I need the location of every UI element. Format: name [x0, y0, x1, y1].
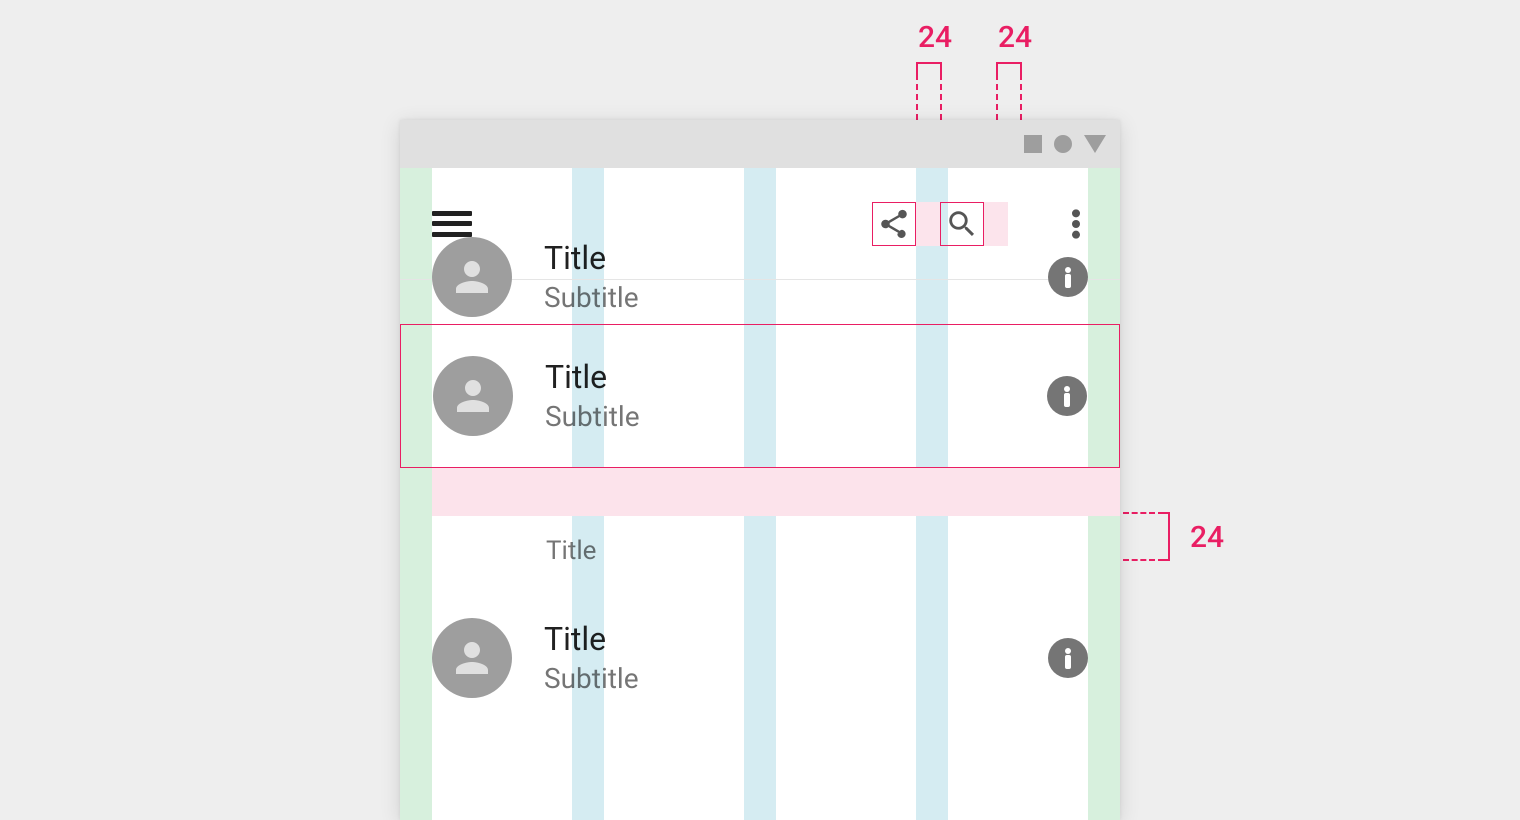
- list-item-title: Title: [545, 359, 640, 396]
- status-triangle-icon: [1084, 135, 1106, 153]
- list-subheader: Title: [400, 516, 1120, 586]
- list-item[interactable]: Title Subtitle: [400, 586, 1120, 730]
- list: Title Subtitle Title Subtitle Title: [400, 230, 1120, 730]
- spec-label-24-b: 24: [998, 20, 1032, 55]
- list-item-subtitle: Subtitle: [544, 281, 639, 314]
- list-item-subtitle: Subtitle: [544, 662, 639, 695]
- avatar-icon: [432, 237, 512, 317]
- spec-vertical-gap: [432, 468, 1120, 516]
- info-icon[interactable]: [1047, 376, 1087, 416]
- list-item-text: Title Subtitle: [545, 359, 640, 433]
- avatar-icon: [433, 356, 513, 436]
- spec-label-24-side: 24: [1190, 520, 1224, 555]
- avatar-icon: [432, 618, 512, 698]
- spec-label-24-a: 24: [918, 20, 952, 55]
- status-circle-icon: [1054, 135, 1072, 153]
- list-item-subtitle: Subtitle: [545, 400, 640, 433]
- spec-bracket-b: [996, 62, 1022, 74]
- spec-bracket-side: [1158, 512, 1170, 561]
- list-item-highlighted[interactable]: Title Subtitle: [400, 324, 1120, 468]
- spec-dash-side-top: [1123, 512, 1155, 514]
- info-icon[interactable]: [1048, 257, 1088, 297]
- list-item-text: Title Subtitle: [544, 240, 639, 314]
- spec-dash-side-bot: [1123, 559, 1155, 561]
- spec-bracket-a: [916, 62, 942, 74]
- list-item-text: Title Subtitle: [544, 621, 639, 695]
- info-icon[interactable]: [1048, 638, 1088, 678]
- status-square-icon: [1024, 135, 1042, 153]
- list-item-title: Title: [544, 240, 639, 277]
- list-item-title: Title: [544, 621, 639, 658]
- status-bar: [400, 120, 1120, 168]
- list-item[interactable]: Title Subtitle: [400, 230, 1120, 324]
- device-frame: Title Subtitle Title Subtitle Title: [400, 120, 1120, 820]
